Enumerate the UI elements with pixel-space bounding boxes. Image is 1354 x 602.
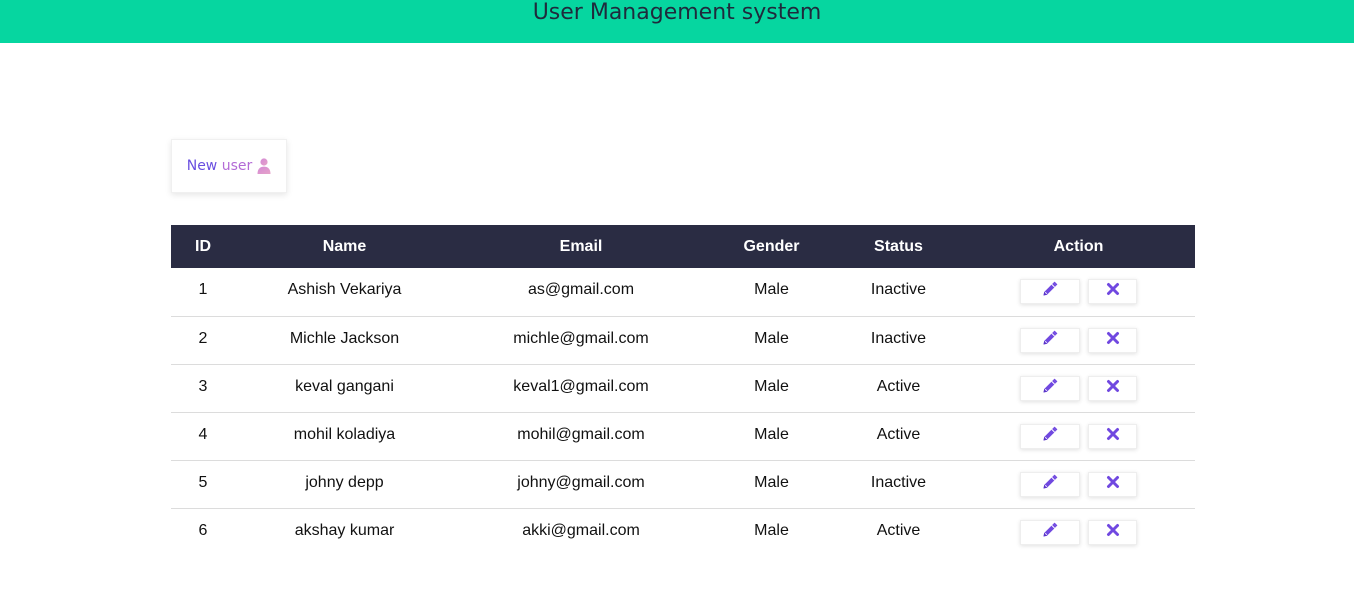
- delete-button[interactable]: [1088, 471, 1137, 497]
- edit-button[interactable]: [1020, 375, 1080, 401]
- cell-status: Inactive: [870, 473, 927, 491]
- edit-button[interactable]: [1020, 279, 1080, 304]
- table-row: 4 mohil koladiya mohil@gmail.com Male Ac…: [171, 412, 1195, 460]
- table-row: 1 Ashish Vekariya as@gmail.com Male Inac…: [171, 268, 1195, 316]
- pencil-icon: [1041, 329, 1059, 352]
- pencil-icon: [1041, 473, 1059, 496]
- close-icon: [1106, 331, 1120, 350]
- delete-button[interactable]: [1088, 279, 1137, 304]
- user-icon: [257, 158, 271, 174]
- cell-email: mohil@gmail.com: [517, 425, 645, 443]
- pencil-icon: [1041, 377, 1059, 400]
- cell-status: Active: [876, 521, 921, 539]
- column-header-action: Action: [1053, 237, 1104, 255]
- users-table: ID Name Email Gender Status Action 1 Ash…: [171, 225, 1195, 556]
- cell-gender: Male: [754, 329, 789, 347]
- cell-status: Active: [876, 377, 921, 395]
- new-user-button[interactable]: New user: [171, 139, 287, 193]
- cell-gender: Male: [754, 281, 789, 298]
- edit-button[interactable]: [1020, 471, 1080, 497]
- cell-actions: [962, 508, 1195, 556]
- delete-button[interactable]: [1088, 375, 1137, 401]
- delete-button[interactable]: [1088, 519, 1137, 545]
- cell-id: 5: [198, 473, 208, 491]
- cell-name: Michle Jackson: [289, 329, 400, 347]
- pencil-icon: [1041, 521, 1059, 544]
- table-row: 6 akshay kumar akki@gmail.com Male Activ…: [171, 508, 1195, 556]
- close-icon: [1106, 427, 1120, 446]
- edit-button[interactable]: [1020, 423, 1080, 449]
- column-header-status: Status: [874, 237, 923, 255]
- cell-status: Inactive: [870, 281, 927, 298]
- cell-email: michle@gmail.com: [513, 329, 649, 347]
- new-user-label: New user: [187, 158, 253, 174]
- cell-id: 4: [198, 425, 208, 443]
- cell-email: johny@gmail.com: [517, 473, 645, 491]
- delete-button[interactable]: [1088, 423, 1137, 449]
- table-row: 5 johny depp johny@gmail.com Male Inacti…: [171, 460, 1195, 508]
- table-row: 3 keval gangani keval1@gmail.com Male Ac…: [171, 364, 1195, 412]
- cell-status: Inactive: [870, 329, 927, 347]
- table-row: 2 Michle Jackson michle@gmail.com Male I…: [171, 316, 1195, 364]
- cell-email: akki@gmail.com: [522, 521, 640, 539]
- column-header-gender: Gender: [743, 237, 800, 255]
- pencil-icon: [1041, 280, 1059, 303]
- column-header-email: Email: [559, 237, 603, 255]
- cell-name: mohil koladiya: [293, 425, 396, 443]
- top-header: User Management system: [0, 0, 1354, 43]
- cell-gender: Male: [754, 473, 789, 491]
- cell-actions: [962, 364, 1195, 412]
- close-icon: [1106, 379, 1120, 398]
- column-header-id: ID: [195, 237, 211, 255]
- cell-name: Ashish Vekariya: [287, 281, 402, 298]
- column-header-name: Name: [322, 237, 367, 255]
- cell-email: keval1@gmail.com: [513, 377, 649, 395]
- cell-email: as@gmail.com: [527, 281, 635, 298]
- cell-id: 3: [198, 377, 208, 395]
- table-header-row: ID Name Email Gender Status Action: [171, 225, 1195, 268]
- cell-id: 6: [198, 521, 208, 539]
- cell-name: akshay kumar: [294, 521, 395, 539]
- pencil-icon: [1041, 425, 1059, 448]
- cell-actions: [962, 268, 1195, 316]
- cell-name: johny depp: [305, 473, 384, 491]
- cell-status: Active: [876, 425, 921, 443]
- close-icon: [1106, 282, 1120, 301]
- cell-gender: Male: [754, 425, 789, 443]
- new-user-label-part2: user: [221, 158, 253, 174]
- cell-name: keval gangani: [295, 377, 394, 395]
- cell-id: 2: [198, 329, 208, 347]
- close-icon: [1106, 475, 1120, 494]
- close-icon: [1106, 523, 1120, 542]
- cell-gender: Male: [754, 377, 789, 395]
- cell-id: 1: [198, 281, 208, 298]
- edit-button[interactable]: [1020, 327, 1080, 353]
- new-user-label-part1: New: [186, 158, 222, 174]
- edit-button[interactable]: [1020, 519, 1080, 545]
- page-title: User Management system: [532, 0, 822, 25]
- delete-button[interactable]: [1088, 327, 1137, 353]
- cell-actions: [962, 316, 1195, 364]
- cell-gender: Male: [754, 521, 789, 539]
- cell-actions: [962, 460, 1195, 508]
- cell-actions: [962, 412, 1195, 460]
